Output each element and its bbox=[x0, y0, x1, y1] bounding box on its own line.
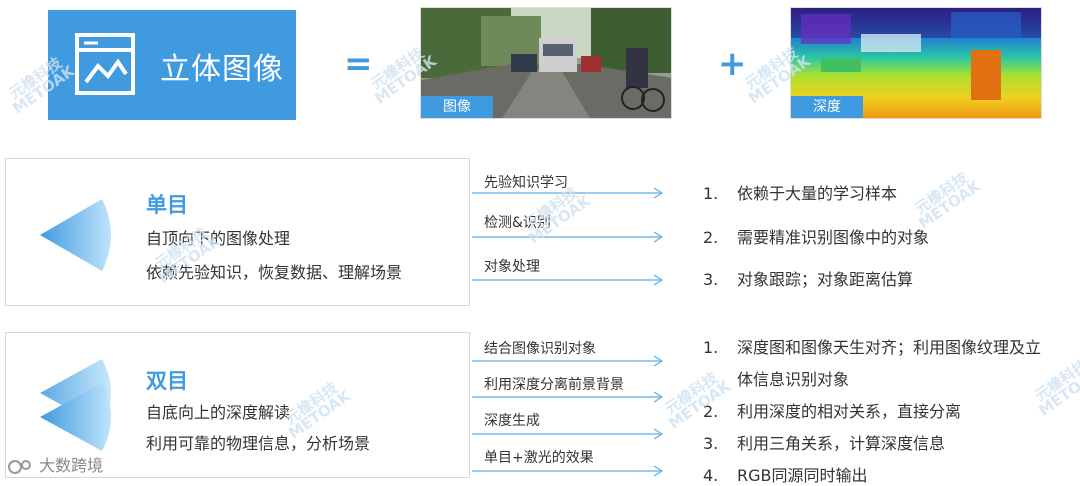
double-fan-icon bbox=[40, 359, 111, 451]
mono-arrow-2 bbox=[472, 231, 664, 243]
mono-step-3: 对象处理 bbox=[484, 259, 540, 275]
fan-icon bbox=[40, 199, 111, 271]
depth-map: 深度 bbox=[790, 7, 1042, 119]
bino-result-3: 3. 利用三角关系，计算深度信息 bbox=[703, 434, 946, 453]
binocular-line1: 自底向上的深度解读 bbox=[146, 403, 291, 422]
mono-result-1: 1. 依赖于大量的学习样本 bbox=[703, 184, 898, 203]
bino-arrow-2 bbox=[472, 391, 664, 403]
watermark: 元橡科技 METOAK bbox=[1031, 355, 1080, 420]
bino-result-1: 1. 深度图和图像天生对齐；利用图像纹理及立 bbox=[703, 338, 1042, 357]
mono-arrow-3 bbox=[472, 274, 664, 286]
image-tag: 图像 bbox=[421, 96, 493, 118]
stereo-title: 立体图像 bbox=[160, 52, 284, 87]
document-image-icon bbox=[75, 33, 135, 95]
bino-step-4: 单目+激光的效果 bbox=[484, 450, 594, 466]
brand-logo: 大数跨境 bbox=[8, 452, 103, 476]
bino-result-4: 4. RGB同源同时输出 bbox=[703, 466, 868, 485]
bino-arrow-4 bbox=[472, 465, 664, 477]
binocular-title: 双目 bbox=[146, 369, 188, 393]
monocular-title: 单目 bbox=[146, 193, 188, 217]
mono-result-3: 3. 对象跟踪；对象距离估算 bbox=[703, 270, 914, 289]
bino-step-3: 深度生成 bbox=[484, 413, 540, 429]
brand-icon bbox=[8, 459, 31, 474]
brand-name: 大数跨境 bbox=[39, 456, 104, 475]
mono-result-2: 2. 需要精准识别图像中的对象 bbox=[703, 228, 930, 247]
street-photo: 图像 bbox=[420, 7, 672, 119]
monocular-panel: 单目 自顶向下的图像处理 依赖先验知识，恢复数据、理解场景 bbox=[5, 158, 470, 306]
binocular-line2: 利用可靠的物理信息，分析场景 bbox=[146, 434, 371, 453]
bino-arrow-1 bbox=[472, 355, 664, 367]
bino-result-2: 2. 利用深度的相对关系，直接分离 bbox=[703, 402, 962, 421]
watermark: 元橡科技 METOAK bbox=[911, 168, 984, 233]
bino-arrow-3 bbox=[472, 428, 664, 440]
title-box: 立体图像 bbox=[48, 10, 296, 120]
depth-tag: 深度 bbox=[791, 96, 863, 118]
